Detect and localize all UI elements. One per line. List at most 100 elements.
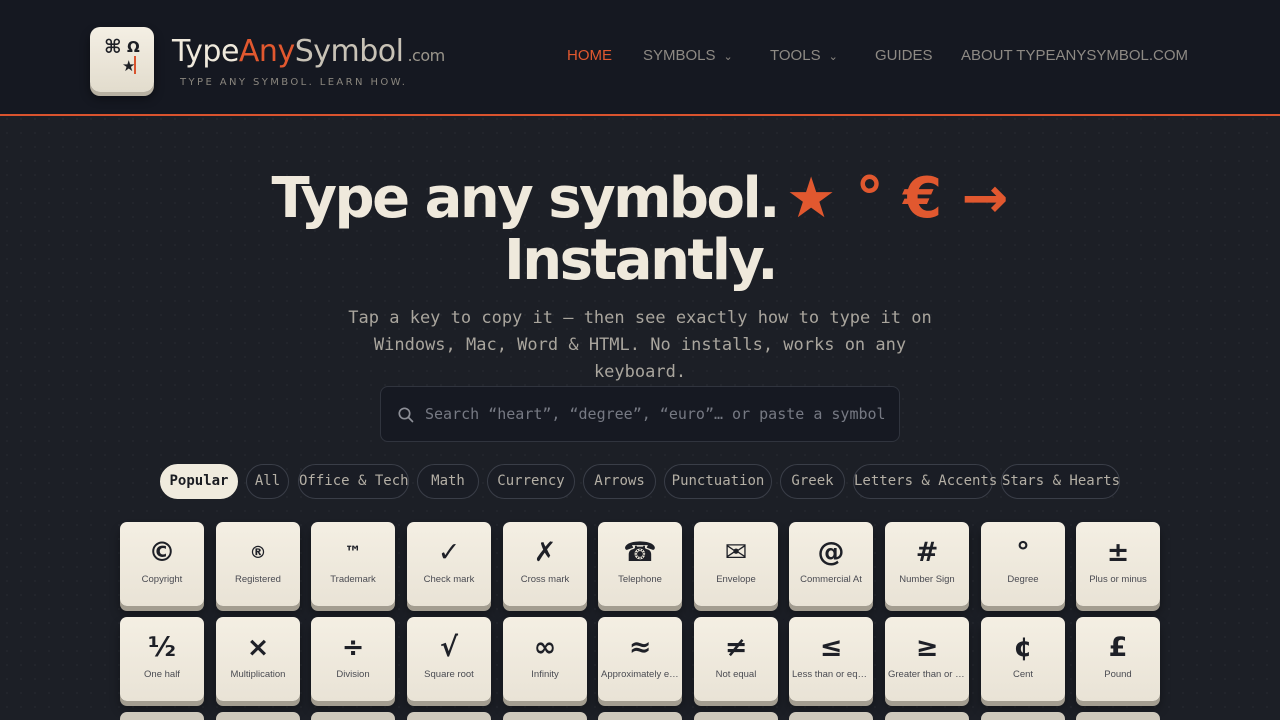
key-symbol: ÷ — [341, 632, 365, 663]
nav-about[interactable]: ABOUT TYPEANYSYMBOL.COM — [961, 47, 1188, 64]
key-label: Trademark — [330, 574, 376, 585]
key-division[interactable]: ÷ Division — [311, 617, 395, 701]
chip-currency[interactable]: Currency — [487, 464, 575, 499]
key-commercial-at[interactable]: @ Commercial At — [789, 522, 873, 606]
key-symbol: ™ — [344, 543, 362, 563]
key-label: Division — [336, 669, 370, 680]
key-less-than-equal[interactable]: ≤ Less than or equal — [789, 617, 873, 701]
key-check-mark[interactable]: ✓ Check mark — [407, 522, 491, 606]
nav-symbols-label: SYMBOLS — [643, 47, 716, 64]
key-registered[interactable]: ® Registered — [216, 522, 300, 606]
key-symbol: © — [148, 537, 176, 568]
key-label: Plus or minus — [1089, 574, 1147, 585]
chip-popular[interactable]: Popular — [160, 464, 238, 499]
key-label: Less than or equal — [792, 669, 870, 680]
key-symbol: ✉ — [724, 537, 748, 568]
key-pound[interactable]: £ Pound — [1076, 617, 1160, 701]
key-label: Copyright — [141, 574, 183, 585]
key-symbol: ≥ — [915, 632, 939, 663]
key-degree[interactable]: ° Degree — [981, 522, 1065, 606]
key-label: Number Sign — [899, 574, 955, 585]
key-partial[interactable] — [311, 712, 395, 720]
nav-tools[interactable]: TOOLS ⌄ — [770, 47, 838, 64]
key-symbol: ½ — [148, 632, 176, 663]
hero-title-line2: Instantly. — [503, 228, 779, 293]
key-symbol: ☎ — [623, 537, 657, 568]
hero-title-line1: Type any symbol. ★ ° € → — [0, 166, 1280, 231]
key-label: Infinity — [531, 669, 559, 680]
key-approximately-equal[interactable]: ≈ Approximately equal — [598, 617, 682, 701]
key-cent[interactable]: ¢ Cent — [981, 617, 1065, 701]
key-partial[interactable] — [216, 712, 300, 720]
key-plus-minus[interactable]: ± Plus or minus — [1076, 522, 1160, 606]
key-partial[interactable] — [503, 712, 587, 720]
nav-guides[interactable]: GUIDES — [875, 47, 933, 64]
nav-tools-label: TOOLS — [770, 47, 821, 64]
key-partial[interactable] — [885, 712, 969, 720]
key-symbol: ≠ — [724, 632, 748, 663]
key-copyright[interactable]: © Copyright — [120, 522, 204, 606]
filter-chips: Popular All Office & Tech Math Currency … — [0, 464, 1280, 500]
chip-arrows[interactable]: Arrows — [583, 464, 656, 499]
key-symbol: £ — [1108, 632, 1128, 663]
chevron-down-icon: ⌄ — [723, 51, 733, 63]
hero-title-text: Type any symbol. — [271, 166, 780, 231]
key-number-sign[interactable]: # Number Sign — [885, 522, 969, 606]
chevron-down-icon: ⌄ — [828, 51, 838, 63]
key-label: Telephone — [618, 574, 662, 585]
key-symbol: ± — [1106, 537, 1130, 568]
key-partial[interactable] — [598, 712, 682, 720]
main-nav: HOME SYMBOLS ⌄ TOOLS ⌄ GUIDES ABOUT TYPEAN… — [0, 47, 1280, 67]
key-symbol: × — [246, 632, 270, 663]
key-label: Registered — [235, 574, 281, 585]
chip-all[interactable]: All — [246, 464, 289, 499]
key-multiplication[interactable]: × Multiplication — [216, 617, 300, 701]
brand-tagline: TYPE ANY SYMBOL. LEARN HOW. — [180, 77, 408, 88]
key-symbol: √ — [439, 632, 458, 663]
key-partial[interactable] — [407, 712, 491, 720]
key-label: Commercial At — [800, 574, 862, 585]
key-symbol: ° — [1016, 537, 1030, 568]
key-envelope[interactable]: ✉ Envelope — [694, 522, 778, 606]
key-square-root[interactable]: √ Square root — [407, 617, 491, 701]
key-symbol: ✗ — [533, 537, 557, 568]
key-symbol: ≤ — [819, 632, 843, 663]
key-greater-than-equal[interactable]: ≥ Greater than or equal — [885, 617, 969, 701]
nav-home[interactable]: HOME — [567, 47, 612, 64]
key-symbol: ¢ — [1013, 632, 1033, 663]
key-infinity[interactable]: ∞ Infinity — [503, 617, 587, 701]
chip-math[interactable]: Math — [417, 464, 479, 499]
search-input[interactable] — [425, 387, 885, 441]
chip-punctuation[interactable]: Punctuation — [664, 464, 772, 499]
key-label: Approximately equal — [601, 669, 679, 680]
key-partial[interactable] — [1076, 712, 1160, 720]
key-partial[interactable] — [981, 712, 1065, 720]
key-symbol: ✓ — [437, 537, 461, 568]
chip-greek[interactable]: Greek — [780, 464, 845, 499]
key-symbol: @ — [817, 537, 845, 568]
site-header: ⌘ Ω ★ TypeAnySymbol .com TYPE ANY SYMBOL.… — [0, 0, 1280, 116]
key-symbol: ® — [249, 543, 267, 563]
key-label: Greater than or equal — [888, 669, 966, 680]
chip-stars-hearts[interactable]: Stars & Hearts — [1001, 464, 1120, 499]
key-cross-mark[interactable]: ✗ Cross mark — [503, 522, 587, 606]
hero-accent-symbols: ★ ° € → — [785, 166, 1009, 231]
key-telephone[interactable]: ☎ Telephone — [598, 522, 682, 606]
key-symbol: ∞ — [533, 632, 557, 663]
nav-symbols[interactable]: SYMBOLS ⌄ — [643, 47, 733, 64]
key-label: Not equal — [715, 669, 757, 680]
key-not-equal[interactable]: ≠ Not equal — [694, 617, 778, 701]
symbol-search — [380, 386, 900, 442]
key-label: Multiplication — [230, 669, 286, 680]
chip-letters-accents[interactable]: Letters & Accents — [853, 464, 997, 499]
key-label: Degree — [1007, 574, 1039, 585]
key-partial[interactable] — [694, 712, 778, 720]
key-trademark[interactable]: ™ Trademark — [311, 522, 395, 606]
key-label: Check mark — [423, 574, 475, 585]
key-partial[interactable] — [789, 712, 873, 720]
search-icon — [398, 407, 414, 423]
key-symbol: ≈ — [628, 632, 652, 663]
chip-office-tech[interactable]: Office & Tech — [298, 464, 409, 499]
key-one-half[interactable]: ½ One half — [120, 617, 204, 701]
key-partial[interactable] — [120, 712, 204, 720]
